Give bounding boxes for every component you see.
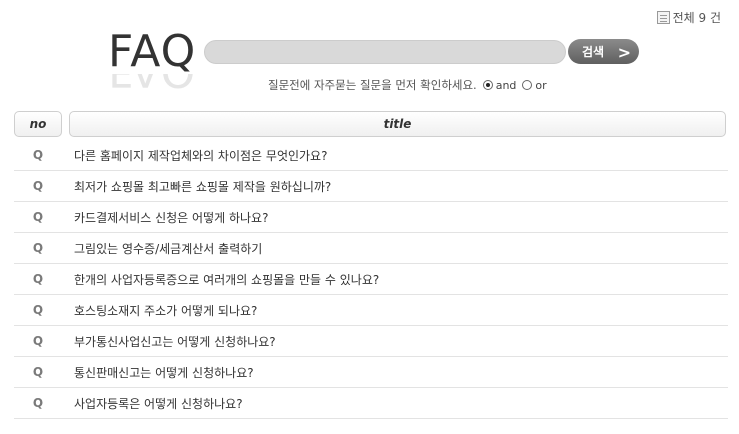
total-count: 전체 9 건 — [656, 9, 721, 26]
faq-logo-text: FAQ — [108, 26, 197, 77]
question-marker: Q — [32, 334, 44, 348]
column-header-no: no — [14, 111, 62, 137]
question-marker: Q — [32, 396, 44, 410]
question-marker: Q — [32, 241, 44, 255]
table-row[interactable]: Q 그림있는 영수증/세금계산서 출력하기 — [14, 233, 728, 264]
faq-title-link[interactable]: 통신판매신고는 어떻게 신청하나요? — [74, 364, 254, 381]
radio-or-label: or — [535, 78, 547, 92]
search-button-label: 검색 — [582, 45, 605, 59]
question-marker: Q — [32, 303, 44, 317]
total-count-label: 전체 9 건 — [672, 11, 721, 25]
search-button[interactable]: 검색 > — [568, 39, 639, 64]
faq-title-link[interactable]: 호스팅소재지 주소가 어떻게 되나요? — [74, 302, 257, 319]
table-row[interactable]: Q 통신판매신고는 어떻게 신청하나요? — [14, 357, 728, 388]
faq-list: Q 다른 홈페이지 제작업체와의 차이점은 무엇인가요? Q 최저가 쇼핑몰 최고빠… — [14, 140, 728, 419]
faq-title-link[interactable]: 사업자등록은 어떻게 신청하나요? — [74, 395, 243, 412]
table-row[interactable]: Q 다른 홈페이지 제작업체와의 차이점은 무엇인가요? — [14, 140, 728, 171]
faq-title-link[interactable]: 그림있는 영수증/세금계산서 출력하기 — [74, 240, 262, 257]
table-row[interactable]: Q 호스팅소재지 주소가 어떻게 되나요? — [14, 295, 728, 326]
chevron-right-icon: > — [617, 43, 631, 62]
faq-logo: FAQ FAQ — [108, 30, 196, 93]
search-hint-text: 질문전에 자주묻는 질문을 먼저 확인하세요. — [268, 78, 477, 92]
radio-and[interactable] — [482, 80, 493, 90]
table-row[interactable]: Q 부가통신사업신고는 어떻게 신청하나요? — [14, 326, 728, 357]
question-marker: Q — [32, 179, 44, 193]
table-header: no title — [14, 111, 726, 137]
table-row[interactable]: Q 카드결제서비스 신청은 어떻게 하나요? — [14, 202, 728, 233]
search-input[interactable] — [204, 40, 566, 64]
faq-title-link[interactable]: 부가통신사업신고는 어떻게 신청하나요? — [74, 333, 276, 350]
faq-title-link[interactable]: 카드결제서비스 신청은 어떻게 하나요? — [74, 209, 268, 226]
faq-title-link[interactable]: 최저가 쇼핑몰 최고빠른 쇼핑몰 제작을 원하십니까? — [74, 178, 331, 195]
question-marker: Q — [32, 272, 44, 286]
question-marker: Q — [32, 210, 44, 224]
document-icon — [656, 11, 670, 24]
faq-title-link[interactable]: 한개의 사업자등록증으로 여러개의 쇼핑몰을 만들 수 있나요? — [74, 271, 379, 288]
question-marker: Q — [32, 148, 44, 162]
search-hint: 질문전에 자주묻는 질문을 먼저 확인하세요. and or — [268, 77, 547, 93]
table-row[interactable]: Q 한개의 사업자등록증으로 여러개의 쇼핑몰을 만들 수 있나요? — [14, 264, 728, 295]
radio-or[interactable] — [522, 80, 533, 90]
question-marker: Q — [32, 365, 44, 379]
table-row[interactable]: Q 사업자등록은 어떻게 신청하나요? — [14, 388, 728, 419]
radio-and-label: and — [495, 78, 517, 92]
table-row[interactable]: Q 최저가 쇼핑몰 최고빠른 쇼핑몰 제작을 원하십니까? — [14, 171, 728, 202]
faq-title-link[interactable]: 다른 홈페이지 제작업체와의 차이점은 무엇인가요? — [74, 147, 327, 164]
faq-logo-reflection: FAQ — [108, 74, 196, 92]
column-header-title: title — [69, 111, 726, 137]
